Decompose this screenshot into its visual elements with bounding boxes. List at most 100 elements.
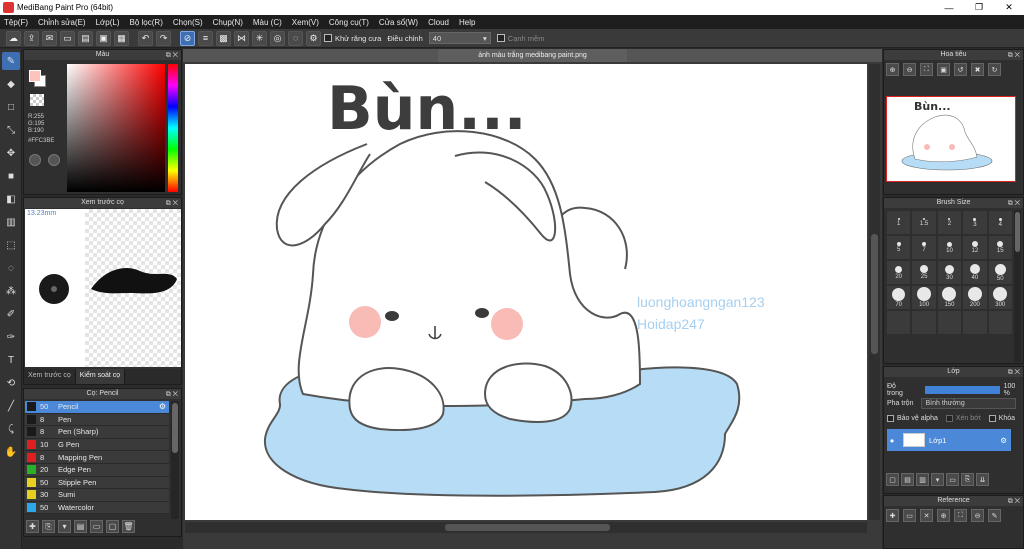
popout-icon[interactable]: ⧉ ✕ [1008,497,1020,507]
close-button[interactable]: ✕ [994,0,1024,15]
brush-size-cell[interactable]: 3 [962,210,988,235]
menu-select[interactable]: Chọn(S) [173,18,203,27]
palette-icon[interactable] [29,154,41,166]
move-tool-icon[interactable]: ✥ [2,144,20,162]
brush-tool-icon[interactable]: ✎ [2,52,20,70]
rotate-right-icon[interactable]: ↻ [988,63,1001,76]
brush-size-cell[interactable]: 4 [987,210,1013,235]
popout-icon[interactable]: ⧉ ✕ [166,199,178,209]
brush-size-cell[interactable] [987,310,1013,335]
window-icon[interactable]: ▢ [106,520,119,533]
brush-item[interactable]: 50 Watercolor [25,501,169,515]
snap-cross-icon[interactable]: ▩ [216,30,231,46]
canvas-vertical-scrollbar[interactable] [869,64,880,520]
popout-icon[interactable]: ⧉ ✕ [1008,199,1020,209]
saturation-value-picker[interactable] [67,64,165,192]
brush-doc-icon[interactable]: ▤ [74,520,87,533]
snap-curve-icon[interactable]: ◌ [288,30,303,46]
brush-size-cell[interactable]: 2 [936,210,963,235]
export-icon[interactable]: ⇪ [24,30,39,46]
menu-layer[interactable]: Lớp(L) [96,18,120,27]
undo-icon[interactable]: ↶ [138,30,153,46]
add-brush-icon[interactable]: ✚ [26,520,39,533]
select-tool-icon[interactable]: ⬚ [2,236,20,254]
zoom-in-icon[interactable]: ⊕ [886,63,899,76]
brush-item[interactable]: 50 Stipple Pen [25,476,169,490]
maximize-button[interactable]: ❐ [964,0,994,15]
brush-size-cell[interactable]: 5 [886,235,912,260]
brush-size-cell[interactable]: 50 [987,260,1013,285]
actual-size-icon[interactable]: ▣ [937,63,950,76]
popout-icon[interactable]: ⧉ ✕ [166,390,178,400]
adjust-select[interactable]: 40 ▾ [428,32,491,44]
document-tab[interactable]: ảnh màu trắng medibang paint.png [438,49,627,62]
divide-tool-icon[interactable]: ╱ [2,397,20,415]
canvas-horizontal-scrollbar[interactable] [185,522,867,533]
foreground-color-swatch[interactable] [29,70,41,82]
new-8bit-layer-icon[interactable]: ▥ [916,473,929,486]
brush-size-cell[interactable]: 70 [886,285,912,310]
brush-size-scrollbar[interactable] [1014,210,1021,362]
menu-tools[interactable]: Công cụ(T) [329,18,369,27]
document-icon[interactable]: ▤ [78,30,93,46]
brush-size-cell[interactable]: 25 [911,260,937,285]
scroll-thumb[interactable] [1015,212,1020,252]
copy-brush-icon[interactable]: ⎘ [42,520,55,533]
scroll-thumb[interactable] [172,403,178,453]
menu-view[interactable]: Xem(V) [292,18,319,27]
color-mode-icon[interactable] [48,154,60,166]
brush-size-cell[interactable] [911,310,937,335]
menu-help[interactable]: Help [459,18,475,27]
snap-circle-icon[interactable]: ◎ [270,30,285,46]
visibility-icon[interactable]: ● [887,436,897,445]
popout-icon[interactable]: ⧉ ✕ [166,51,178,61]
bucket-tool-icon[interactable]: ◧ [2,190,20,208]
scroll-thumb[interactable] [445,524,610,531]
hand-tool-icon[interactable]: ✋ [2,443,20,461]
protect-alpha-checkbox[interactable] [887,415,894,422]
menu-snap[interactable]: Chụp(N) [213,18,243,27]
fill-rect-tool-icon[interactable]: ■ [2,167,20,185]
brush-menu-icon[interactable]: ▾ [58,520,71,533]
folder-icon[interactable]: ▭ [946,473,959,486]
brush-size-cell[interactable]: 40 [962,260,988,285]
antialias-checkbox[interactable] [324,34,332,42]
clipping-checkbox[interactable] [945,415,953,422]
merge-layer-icon[interactable]: ⇊ [976,473,989,486]
redo-icon[interactable]: ↷ [156,30,171,46]
operation-tool-icon[interactable]: ⟲ [2,374,20,392]
minimize-button[interactable]: — [934,0,964,15]
brush-item[interactable]: 10 G Pen [25,438,169,452]
magic-wand-tool-icon[interactable]: ⁂ [2,282,20,300]
hue-slider[interactable] [168,64,178,192]
shape-tool-icon[interactable]: □ [2,98,20,116]
brush-item[interactable]: 8 Mapping Pen [25,451,169,464]
dot-tool-icon[interactable]: ⤡ [2,121,20,139]
menu-filter[interactable]: Bộ lọc(R) [130,18,163,27]
zoom-out-icon[interactable]: ⊖ [971,509,984,522]
snap-parallel-icon[interactable]: ≡ [198,30,213,46]
new-layer-icon[interactable]: ▢ [886,473,899,486]
brush-size-cell[interactable]: 12 [962,235,988,260]
menu-window[interactable]: Cửa sổ(W) [379,18,418,27]
brush-size-cell[interactable]: 100 [911,285,937,310]
brush-list-scrollbar[interactable] [171,401,179,519]
cloud-icon[interactable]: ☁ [6,30,21,46]
brush-size-cell[interactable] [962,310,988,335]
drawing-canvas[interactable]: Bùn... luonghoangngan123 Hoidap247 [185,64,867,520]
gear-icon[interactable]: ⚙ [1000,436,1007,445]
lock-checkbox[interactable] [988,415,996,422]
tab-brush-preview[interactable]: Xem trước cọ [24,369,76,384]
brush-size-cell[interactable]: 200 [962,285,988,310]
brush-item[interactable]: 50 Pencil ⚙ [25,401,169,414]
edge-checkbox[interactable] [496,34,505,42]
brush-size-cell[interactable] [936,310,963,335]
new-halftone-layer-icon[interactable]: ▤ [901,473,914,486]
eyedropper-tool-icon[interactable]: ⤹ [2,420,20,438]
fit-icon[interactable]: ⛶ [954,509,967,522]
brush-size-cell[interactable]: 1 [886,210,912,235]
fit-icon[interactable]: ⛶ [920,63,933,76]
gradient-tool-icon[interactable]: ▥ [2,213,20,231]
message-icon[interactable]: ▭ [60,30,75,46]
grid-icon[interactable]: ▦ [114,30,129,46]
